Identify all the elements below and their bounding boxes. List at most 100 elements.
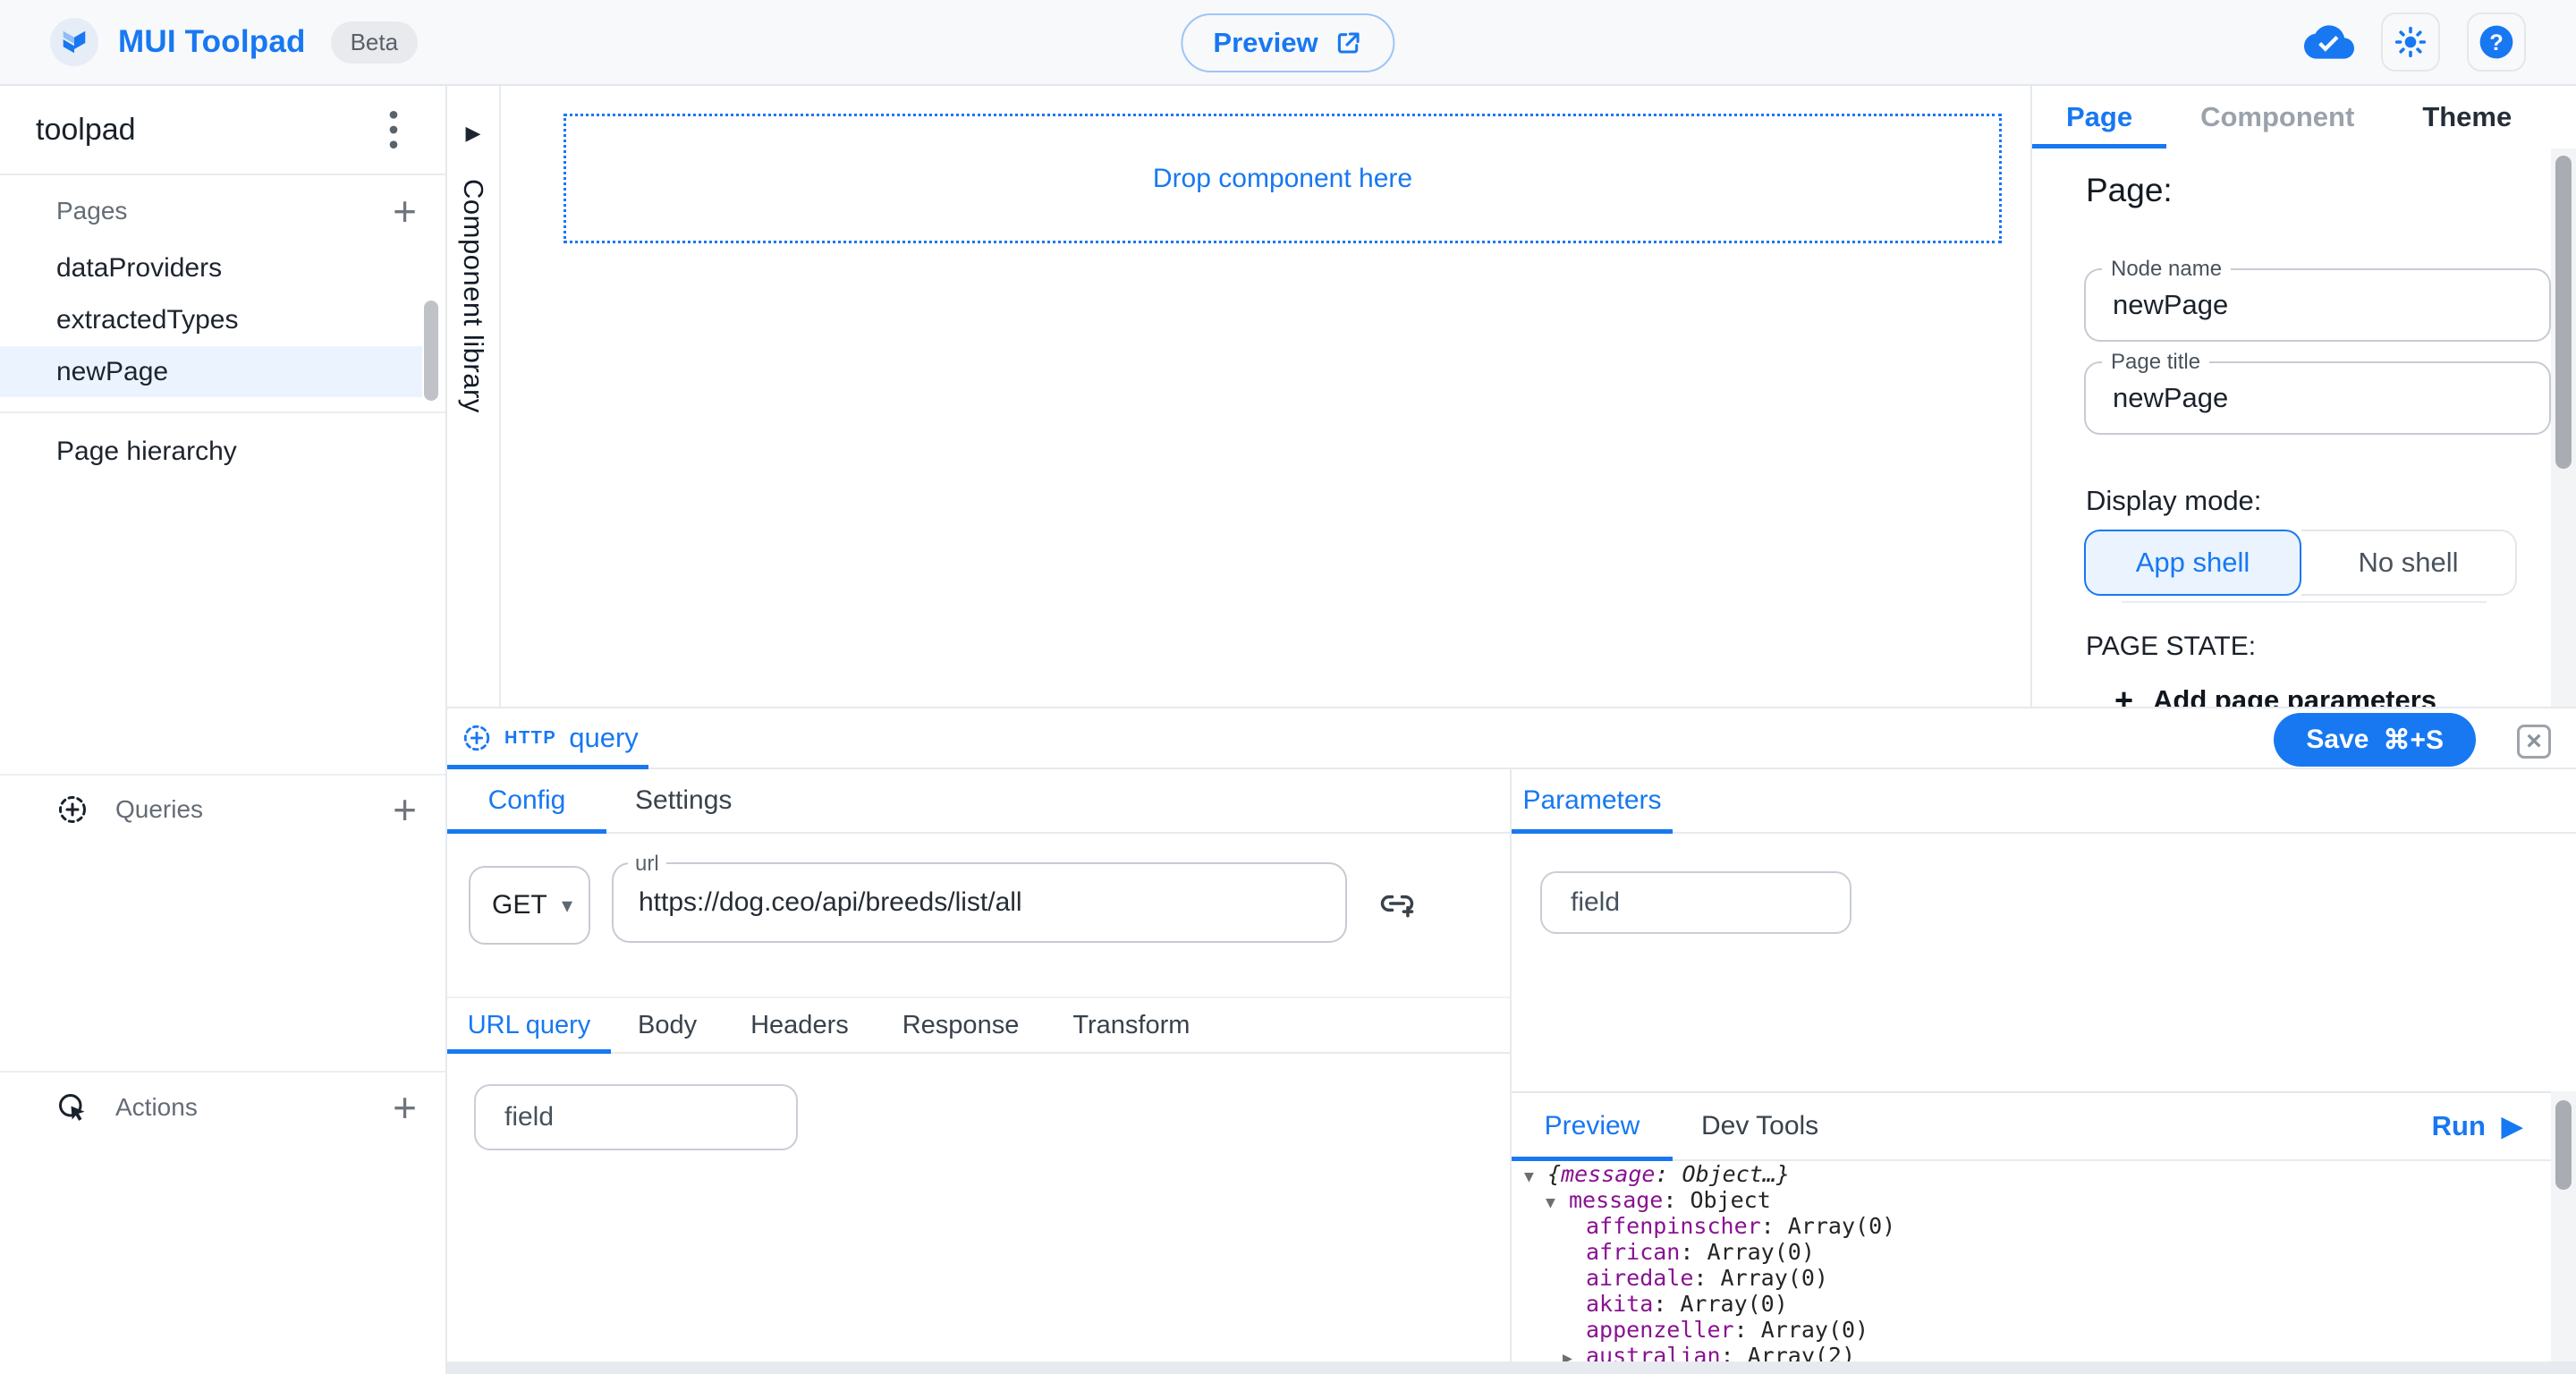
play-icon: ▶ — [2502, 1111, 2522, 1142]
subtab-response[interactable]: Response — [876, 998, 1046, 1052]
sidebar-item-extractedtypes[interactable]: extractedTypes — [0, 294, 422, 345]
expanded-arrow-icon[interactable]: ▼ — [1546, 1190, 1569, 1216]
preview-scrollbar-thumb[interactable] — [2555, 1100, 2572, 1190]
component-library-label: Component library — [457, 179, 489, 413]
tree-value: Array(0) — [1680, 1291, 1787, 1317]
app-shell-label: App shell — [2136, 547, 2250, 579]
run-button[interactable]: Run ▶ — [2432, 1110, 2522, 1142]
cloud-synced-icon — [2304, 23, 2354, 61]
display-mode-no-shell[interactable]: No shell — [2301, 530, 2517, 596]
inspector-panel: Page Component Theme Page: Node name Pag… — [2030, 86, 2576, 707]
parameter-field-input[interactable] — [1542, 873, 1850, 932]
inspector-scrollbar-thumb[interactable] — [2555, 156, 2572, 469]
page-hierarchy-label[interactable]: Page hierarchy — [56, 437, 237, 467]
sidebar-divider — [0, 774, 445, 776]
theme-toggle-button[interactable] — [2381, 13, 2440, 72]
tab-dev-tools[interactable]: Dev Tools — [1673, 1093, 1847, 1159]
external-link-icon — [1335, 29, 1363, 57]
add-link-icon[interactable] — [1377, 884, 1417, 923]
pages-scrollbar-thumb[interactable] — [424, 301, 438, 401]
request-subtabs: URL query Body Headers Response Transfor… — [447, 997, 1510, 1054]
http-method-select[interactable]: GET ▾ — [469, 866, 590, 945]
close-icon: × — [2526, 726, 2542, 757]
inspector-scrollbar-track[interactable] — [2551, 148, 2576, 707]
no-shell-label: No shell — [2359, 547, 2459, 579]
response-tab-label: Response — [902, 1011, 1020, 1040]
tree-sep: : — [1693, 1265, 1720, 1291]
parameter-field — [1540, 871, 1852, 934]
component-library-strip[interactable]: ▶ Component library — [447, 86, 501, 707]
help-icon: ? — [2478, 23, 2515, 61]
tree-value: Array(2) — [1748, 1343, 1855, 1361]
sidebar-item-newpage[interactable]: newPage — [0, 346, 422, 397]
tab-parameters[interactable]: Parameters — [1512, 769, 1673, 832]
subtab-body[interactable]: Body — [611, 998, 724, 1052]
headers-tab-label: Headers — [750, 1011, 849, 1040]
tab-component[interactable]: Component — [2166, 86, 2388, 148]
project-name: toolpad — [36, 113, 136, 148]
subtab-headers[interactable]: Headers — [724, 998, 876, 1052]
caret-down-icon: ▾ — [562, 893, 572, 919]
tree-row[interactable]: ▶australian: Array(2) — [1512, 1343, 2549, 1361]
plus-icon: + — [2114, 682, 2133, 707]
inspector-heading: Page: — [2086, 172, 2173, 209]
query-icon — [56, 793, 89, 826]
queries-label-text: Queries — [115, 795, 203, 824]
subtab-transform[interactable]: Transform — [1046, 998, 1216, 1052]
tree-row[interactable]: akita: Array(0) — [1512, 1291, 2549, 1317]
tab-config[interactable]: Config — [447, 769, 606, 832]
tree-key: message — [1569, 1187, 1663, 1213]
close-query-editor-button[interactable]: × — [2517, 725, 2551, 759]
collapsed-arrow-icon[interactable]: ▶ — [1563, 1345, 1586, 1361]
app-title: MUI Toolpad — [118, 24, 306, 60]
tab-theme[interactable]: Theme — [2388, 86, 2546, 148]
project-menu-button[interactable] — [372, 108, 415, 151]
tree-value: Object — [1690, 1187, 1770, 1213]
tree-row[interactable]: appenzeller: Array(0) — [1512, 1317, 2549, 1343]
tree-sep: : — [1653, 1291, 1680, 1317]
preview-button[interactable]: Preview — [1181, 13, 1394, 72]
add-query-button[interactable]: + — [387, 789, 422, 830]
page-state-label: PAGE STATE: — [2086, 632, 2256, 662]
url-input[interactable] — [614, 864, 1345, 941]
expanded-arrow-icon[interactable]: ▼ — [1524, 1164, 1547, 1190]
toolpad-editor-window: MUI Toolpad Beta Preview — [0, 0, 2576, 1374]
pages-section-label: Pages — [56, 197, 127, 225]
page-title-input[interactable] — [2086, 363, 2549, 433]
add-page-parameters-button[interactable]: + Add page parameters — [2114, 682, 2436, 707]
tab-component-label: Component — [2200, 101, 2354, 133]
add-action-button[interactable]: + — [387, 1087, 422, 1128]
page-title-field: Page title — [2084, 361, 2551, 435]
url-query-field-input[interactable] — [476, 1086, 796, 1149]
sidebar-item-dataproviders[interactable]: dataProviders — [0, 242, 422, 293]
app-logo-group[interactable]: MUI Toolpad Beta — [50, 18, 418, 66]
drop-zone[interactable]: Drop component here — [564, 114, 2002, 243]
actions-section-label: Actions — [56, 1091, 198, 1124]
query-tab[interactable]: HTTP query — [447, 708, 648, 768]
url-query-tab-label: URL query — [468, 1011, 591, 1040]
node-name-input[interactable] — [2086, 270, 2549, 340]
tree-row[interactable]: african: Array(0) — [1512, 1239, 2549, 1265]
preview-scrollbar-track[interactable] — [2551, 1091, 2576, 1361]
tab-preview[interactable]: Preview — [1512, 1093, 1673, 1159]
help-button[interactable]: ? — [2467, 13, 2526, 72]
inspector-divider — [2122, 601, 2487, 603]
query-editor-panel: HTTP query Save ⌘+S × Config Settings GE… — [447, 707, 2576, 1374]
tree-row[interactable]: ▼message: Object — [1512, 1187, 2549, 1213]
config-tabs: Config Settings — [447, 769, 1510, 834]
tree-row[interactable]: affenpinscher: Array(0) — [1512, 1213, 2549, 1239]
sidebar-divider — [0, 1071, 445, 1073]
subtab-url-query[interactable]: URL query — [447, 998, 611, 1052]
tree-key: affenpinscher — [1586, 1213, 1761, 1239]
tree-row[interactable]: airedale: Array(0) — [1512, 1265, 2549, 1291]
tab-settings[interactable]: Settings — [606, 769, 760, 832]
expand-library-icon[interactable]: ▶ — [466, 122, 481, 145]
tree-row[interactable]: ▼{message: Object…} — [1512, 1161, 2549, 1187]
save-button[interactable]: Save ⌘+S — [2274, 713, 2476, 767]
project-sidebar: toolpad Pages + dataProviders extractedT… — [0, 86, 447, 1374]
tab-page[interactable]: Page — [2032, 86, 2166, 148]
transform-tab-label: Transform — [1072, 1011, 1190, 1040]
add-page-button[interactable]: + — [387, 191, 422, 232]
display-mode-app-shell[interactable]: App shell — [2084, 530, 2301, 596]
tree-key: african — [1586, 1239, 1680, 1265]
